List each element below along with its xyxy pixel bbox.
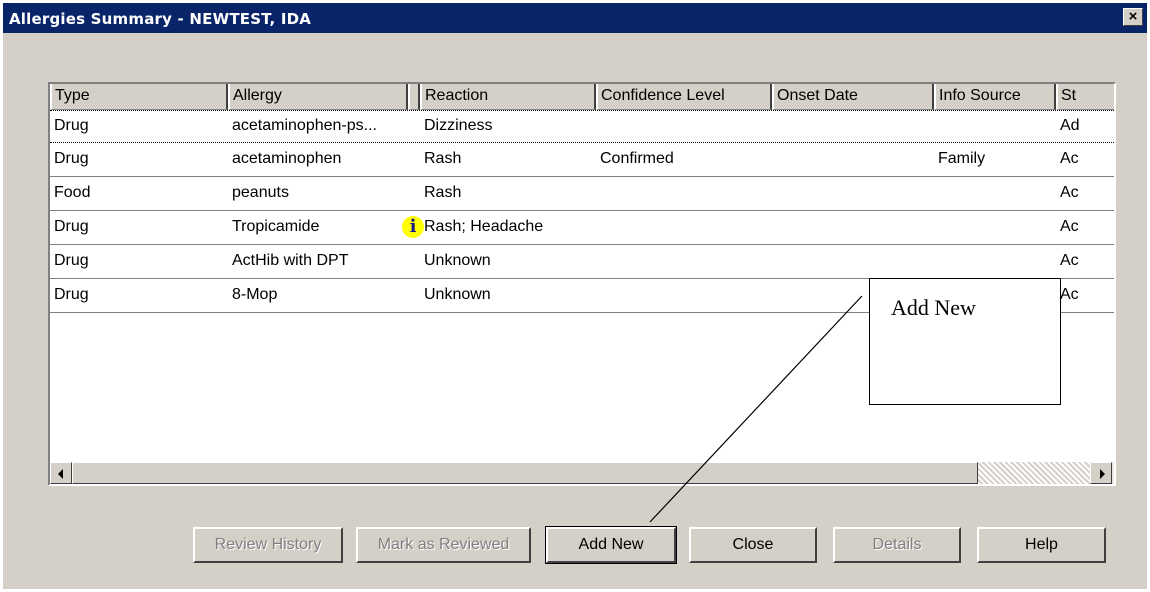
cell-status: Ad [1060,117,1080,134]
mark-as-reviewed-button[interactable]: Mark as Reviewed [356,527,531,563]
cell-type: Food [54,184,91,201]
cell-reaction: Unknown [424,286,491,303]
add-new-button[interactable]: Add New [545,526,677,564]
cell-type: Drug [54,218,89,235]
cell-info-source [934,178,1056,210]
column-header-status[interactable]: St [1056,84,1114,110]
column-header-confidence-level[interactable]: Confidence Level [596,84,772,110]
details-button[interactable]: Details [833,527,961,563]
cell-confidence [596,280,772,312]
cell-onset-date [772,178,934,210]
arrow-right-icon [1100,469,1105,479]
table-row[interactable]: Drug acetaminophen Rash Confirmed Family Ac [50,144,1114,177]
cell-reaction: Rash; Headache [424,218,544,235]
column-header-reaction[interactable]: Reaction [420,84,596,110]
help-button[interactable]: Help [977,527,1106,563]
cell-allergy: 8-Mop [232,286,278,303]
cell-info-source [934,212,1056,244]
cell-confidence [596,178,772,210]
cell-type: Drug [54,252,89,269]
cell-onset-date [772,212,934,244]
column-header-onset-date[interactable]: Onset Date [772,84,934,110]
cell-confidence [596,111,772,143]
scroll-right-button[interactable] [1090,462,1112,484]
arrow-left-icon [58,469,63,479]
cell-onset-date [772,111,934,143]
table-row[interactable]: Drug acetaminophen-ps... Dizziness Ad [50,110,1114,143]
cell-onset-date [772,144,934,176]
cell-type: Drug [54,286,89,303]
table-row[interactable]: Drug ActHib with DPT Unknown Ac [50,246,1114,279]
scrollbar-thumb[interactable] [72,462,978,484]
review-history-button[interactable]: Review History [193,527,343,563]
cell-allergy: Tropicamide [232,218,320,235]
add-new-callout-box: Add New [869,278,1061,405]
cell-status: Ac [1060,252,1079,269]
cell-type: Drug [54,150,89,167]
close-window-button[interactable]: × [1123,8,1143,26]
cell-onset-date [772,246,934,278]
cell-info-source: Family [938,150,986,167]
cell-status: Ac [1060,218,1079,235]
cell-type: Drug [54,117,89,134]
scroll-left-button[interactable] [50,462,72,484]
table-row[interactable]: Drug Tropicamide Rash; Headache Ac i [50,212,1114,245]
column-header-info[interactable] [408,84,420,110]
cell-allergy: peanuts [232,184,289,201]
cell-reaction: Unknown [424,252,491,269]
cell-allergy: acetaminophen [232,150,342,167]
cell-reaction: Dizziness [424,117,493,134]
column-header-info-source[interactable]: Info Source [934,84,1056,110]
table-header: Type Allergy Reaction Confidence Level O… [50,84,1114,110]
column-header-allergy[interactable]: Allergy [228,84,408,110]
horizontal-scrollbar[interactable] [50,462,1114,484]
window-title: Allergies Summary - NEWTEST, IDA [9,10,312,28]
cell-allergy: acetaminophen-ps... [232,117,377,134]
cell-confidence: Confirmed [600,150,674,167]
cell-status: Ac [1060,286,1079,303]
close-icon: × [1128,8,1138,25]
info-icon[interactable]: i [402,216,424,238]
cell-status: Ac [1060,184,1079,201]
callout-label: Add New [891,295,976,320]
table-row[interactable]: Food peanuts Rash Ac [50,178,1114,211]
scrollbar-track[interactable] [978,462,1090,484]
cell-info-source [934,246,1056,278]
cell-info-source [934,111,1056,143]
cell-allergy: ActHib with DPT [232,252,349,269]
column-header-type[interactable]: Type [50,84,228,110]
cell-reaction: Rash [424,150,462,167]
cell-status: Ac [1060,150,1079,167]
close-button[interactable]: Close [689,527,817,563]
cell-reaction: Rash [424,184,462,201]
cell-confidence [596,246,772,278]
cell-confidence [596,212,772,244]
title-bar[interactable]: Allergies Summary - NEWTEST, IDA × [3,3,1147,33]
